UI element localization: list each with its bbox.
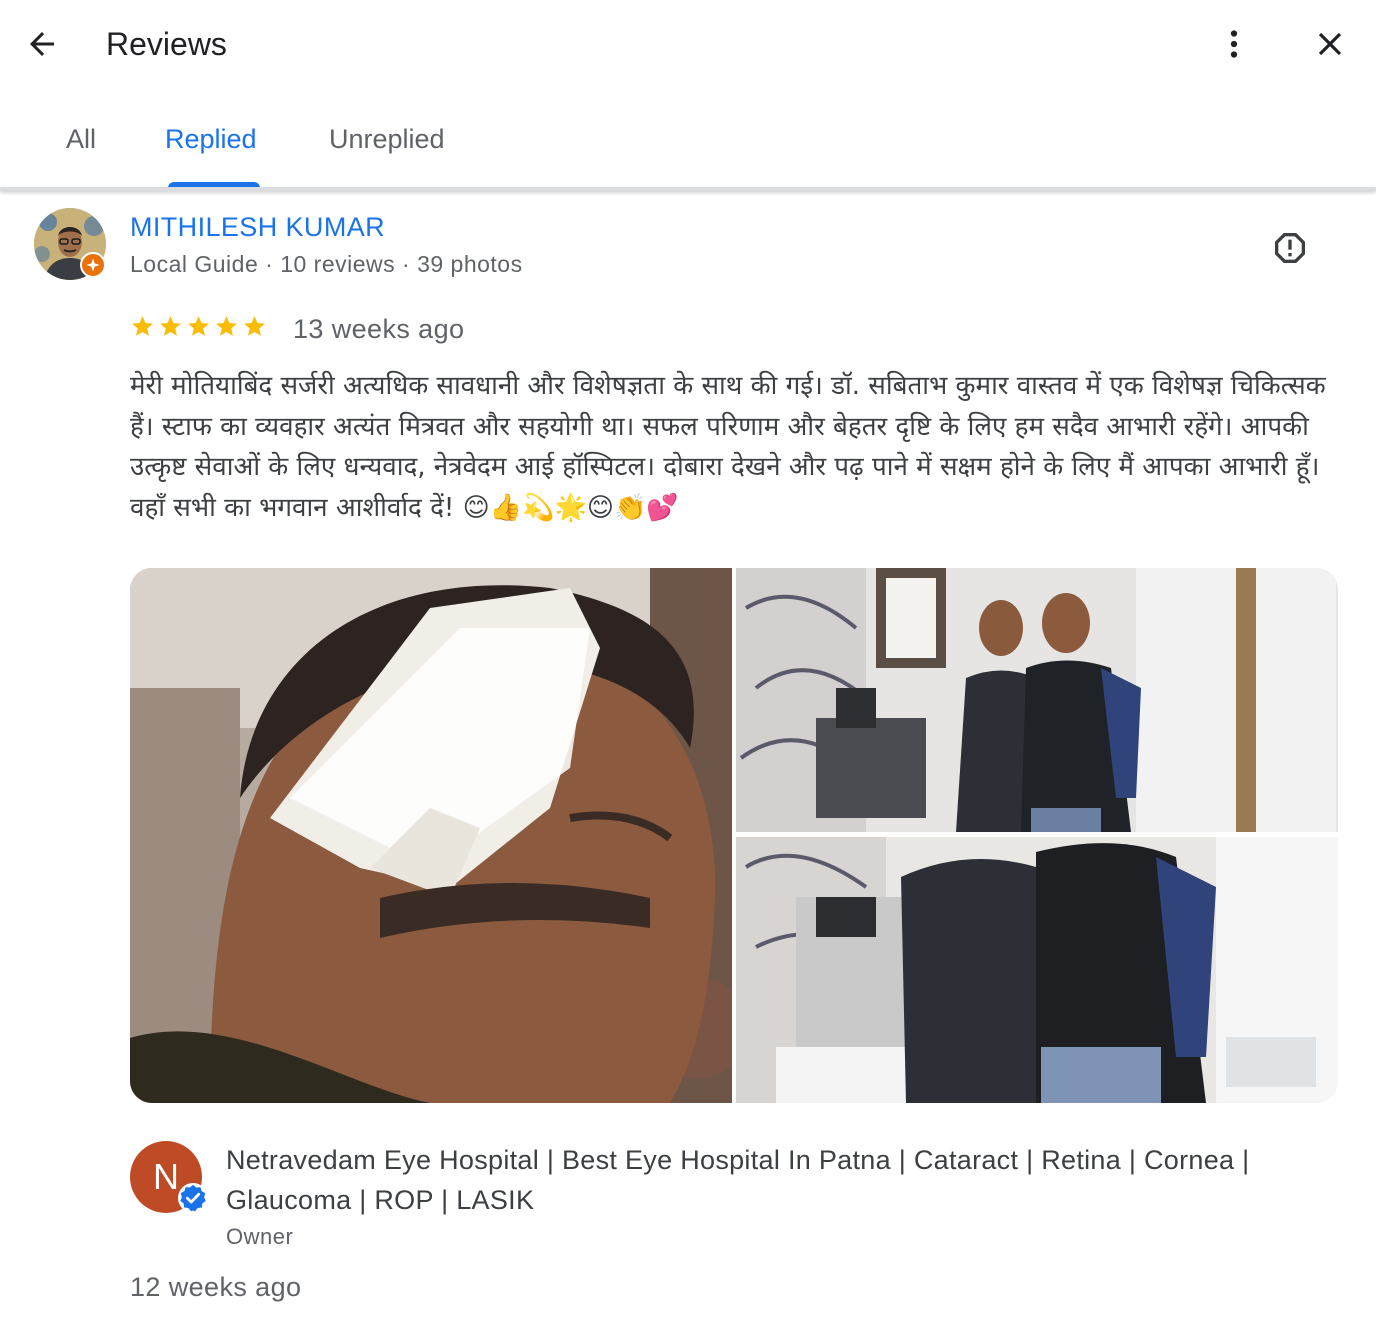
tab-replied[interactable]: Replied: [165, 124, 257, 155]
owner-name: Netravedam Eye Hospital | Best Eye Hospi…: [226, 1145, 1250, 1215]
review-photo-2[interactable]: [736, 568, 1338, 832]
clinic-closeup-image: [736, 837, 1338, 1103]
more-vert-icon: [1230, 30, 1238, 58]
tabs-divider: [0, 187, 1376, 191]
reviewer-meta: Local Guide · 10 reviews · 39 photos: [130, 251, 523, 277]
more-options-button[interactable]: [1210, 20, 1258, 68]
star-icon: [188, 316, 209, 336]
arrow-back-icon: [30, 32, 54, 56]
review-photos: [130, 568, 1338, 1103]
tab-all[interactable]: All: [66, 124, 96, 155]
clinic-standing-image: [736, 568, 1338, 832]
top-app-bar: Reviews: [0, 0, 1376, 90]
star-rating: [130, 314, 267, 346]
star-icon: [244, 316, 265, 336]
back-button[interactable]: [18, 20, 66, 68]
review-filter-tabs: All Replied Unreplied: [0, 96, 1376, 188]
review-photo-1[interactable]: [130, 568, 732, 1103]
reviewer-name[interactable]: MITHILESH KUMAR: [130, 212, 385, 243]
close-button[interactable]: [1306, 20, 1354, 68]
owner-role-label: Owner: [226, 1224, 294, 1249]
star-icon: [216, 316, 237, 336]
star-icon: [160, 316, 181, 336]
page-title: Reviews: [106, 26, 227, 62]
selfie-eye-patch-image: [130, 568, 732, 1103]
tab-unreplied[interactable]: Unreplied: [329, 124, 445, 155]
reply-time: 12 weeks ago: [130, 1272, 302, 1302]
star-icon: [132, 316, 153, 336]
close-icon: [1318, 32, 1342, 56]
review-text: मेरी मोतियाबिंद सर्जरी अत्यधिक सावधानी औ…: [130, 371, 1326, 523]
local-guide-badge-icon: [80, 252, 106, 278]
report-review-button[interactable]: [1266, 226, 1314, 270]
review-time: 13 weeks ago: [293, 314, 465, 344]
review-photo-3[interactable]: [736, 837, 1338, 1103]
verified-badge-icon: [178, 1183, 208, 1213]
report-icon: [1275, 233, 1305, 263]
